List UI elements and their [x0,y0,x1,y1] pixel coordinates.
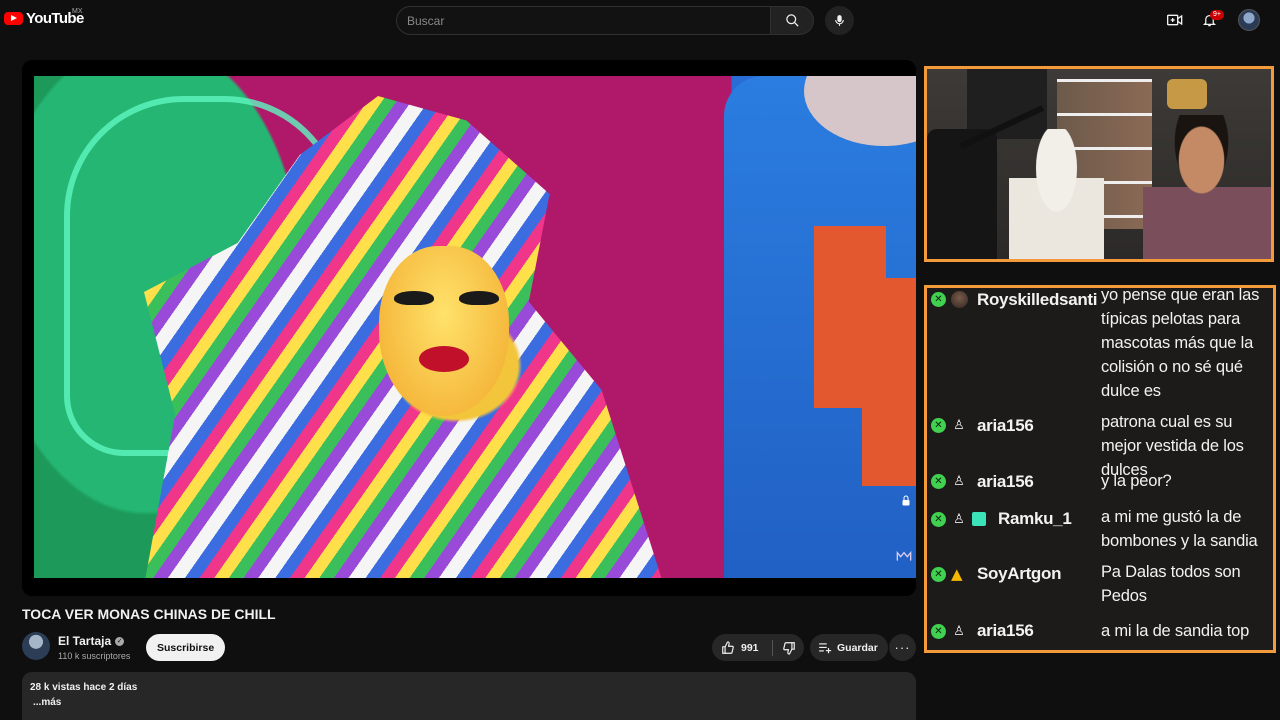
account-avatar[interactable] [1238,9,1260,31]
search-box [396,6,771,35]
chat-text: a mi la de sandia top [1101,622,1250,640]
chat-text: a mi me gustó la de bombones y la sandia [1101,508,1258,550]
channel-name-row[interactable]: El Tartaja ✓ [58,634,125,648]
chat-username: aria156 [977,472,1034,491]
gift-icon [972,512,986,526]
watermark-icon [896,550,912,564]
country-code: MX [72,8,83,15]
dislike-button[interactable] [773,634,804,661]
chat-username: Ramku_1 [998,509,1072,528]
top-bar: YouTube MX 9+ [0,0,1280,40]
search-icon [785,14,799,27]
youtube-logo[interactable]: YouTube MX [4,8,84,27]
subscribe-button[interactable]: Suscribirse [146,634,226,661]
chat-username: Royskilledsanti [977,290,1098,309]
verified-icon: ✓ [115,636,125,646]
user-icon: ♙ [953,623,965,639]
chat-text: Pa Dalas todos son Pedos [1101,563,1241,605]
chat-text: yo pense que eran las típicas pelotas pa… [1101,286,1260,400]
like-button[interactable]: 991 [712,634,772,661]
user-icon: ♙ [953,511,965,527]
notifications-badge: 9+ [1210,10,1224,20]
search-input[interactable] [397,7,770,34]
microphone-icon [835,15,844,26]
video-player[interactable] [22,60,916,596]
channel-name[interactable]: El Tartaja [58,634,111,648]
channel-avatar[interactable] [22,632,50,660]
lock-icon [900,494,916,508]
x-badge-icon: ✕ [931,566,946,582]
gold-badge-icon: ▲ [951,565,963,583]
video-title: TOCA VER MONAS CHINAS DE CHILL [22,606,276,622]
save-button[interactable]: Guardar [810,634,888,661]
views-and-date: 28 k vistas hace 2 días [30,682,138,693]
chat-username: SoyArtgon [977,564,1062,583]
chat-overlay: ✕ Royskilledsanti yo pense que eran las … [924,285,1276,653]
x-badge-icon: ✕ [931,473,946,489]
x-badge-icon: ✕ [931,417,946,433]
webcam-overlay [924,66,1274,262]
streamer-glasses [1143,115,1271,259]
user-avatar-icon [951,291,968,308]
description-box[interactable]: 28 k vistas hace 2 días ...más [22,672,916,720]
x-badge-icon: ✕ [931,511,946,527]
voice-search-button[interactable] [825,6,854,35]
chat-username: aria156 [977,416,1034,435]
streamer-hooded [1009,129,1104,259]
thumbs-down-icon [782,641,795,655]
save-playlist-icon [819,642,832,653]
video-frame[interactable] [34,76,916,578]
chat-text: y la peor? [1101,472,1172,490]
create-button[interactable] [1164,9,1186,31]
more-icon: ··· [894,640,911,655]
show-more-link[interactable]: ...más [30,697,908,708]
user-icon: ♙ [953,473,965,489]
user-icon: ♙ [953,417,965,433]
x-badge-icon: ✕ [931,623,946,639]
like-count: 991 [741,641,759,654]
subscriber-count: 110 k suscriptores [58,651,131,661]
search-button[interactable] [770,6,814,35]
like-dislike-group: 991 [712,634,804,661]
more-actions-button[interactable]: ··· [889,634,916,661]
create-video-icon [1167,14,1183,26]
save-label: Guardar [837,641,878,654]
x-badge-icon: ✕ [931,292,946,307]
youtube-play-icon [4,12,23,25]
thumbs-up-icon [722,640,734,654]
chat-username: aria156 [977,621,1034,640]
